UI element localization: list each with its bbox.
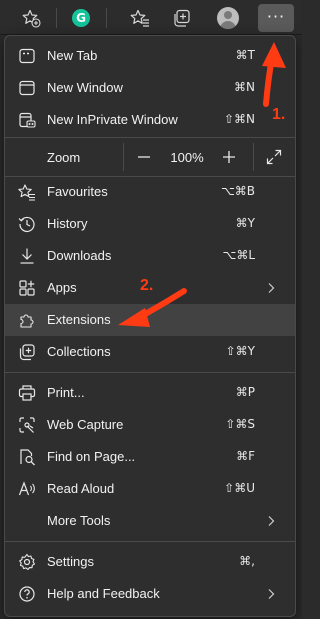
fullscreen-icon [266,149,282,165]
menu-item-label: Downloads [47,248,112,263]
menu-item-find-on-page[interactable]: Find on Page... ⌘F [5,441,295,473]
menu-item-label: New Tab [47,48,98,63]
keyboard-shortcut: ⇧⌘S [225,417,255,431]
settings-and-more-menu: New Tab ⌘T New Window ⌘N New InPrivate W… [4,35,296,617]
menu-item-label: Extensions [47,312,111,327]
zoom-control-row: Zoom 100% [5,138,295,176]
menu-item-label: Web Capture [47,417,124,432]
chevron-right-icon [268,516,275,526]
menu-item-help-and-feedback[interactable]: Help and Feedback [5,578,295,610]
menu-divider [5,372,295,373]
collections-icon[interactable] [167,4,197,32]
menu-item-favourites[interactable]: Favourites ⌥⌘B [5,176,295,208]
keyboard-shortcut: ⇧⌘U [224,481,255,495]
zoom-divider [253,143,254,171]
browser-toolbar: G ··· [0,0,302,35]
settings-icon [18,553,36,571]
toolbar-divider [106,8,107,28]
profile-button[interactable] [213,4,243,32]
keyboard-shortcut: ⌘F [236,449,255,463]
profile-avatar-icon [217,7,239,29]
menu-item-new-window[interactable]: New Window ⌘N [5,72,295,104]
more-options-button[interactable]: ··· [258,4,294,32]
menu-item-label: Find on Page... [47,449,136,464]
minus-icon [138,156,150,158]
browser-window: G ··· New Tab ⌘T New Window ⌘N New InPri… [0,0,302,619]
keyboard-shortcut: ⌥⌘B [220,184,255,198]
menu-item-web-capture[interactable]: Web Capture ⇧⌘S [5,409,295,441]
extensions-icon [18,311,36,329]
collections-icon [18,343,36,361]
downloads-icon [18,247,36,265]
keyboard-shortcut: ⌘P [235,385,255,399]
annotation-step-1-label: 1. [272,106,286,123]
keyboard-shortcut: ⌘, [239,554,255,568]
menu-item-more-tools[interactable]: More Tools [5,505,295,537]
grammarly-icon: G [72,9,90,27]
favorites-icon[interactable] [125,4,155,32]
menu-item-label: Read Aloud [47,481,115,496]
menu-item-new-inprivate-window[interactable]: New InPrivate Window ⇧⌘N [5,104,295,136]
menu-item-label: Collections [47,344,111,359]
menu-item-settings[interactable]: Settings ⌘, [5,546,295,578]
menu-item-collections[interactable]: Collections ⇧⌘Y [5,336,295,368]
menu-item-label: More Tools [47,513,111,528]
keyboard-shortcut: ⇧⌘N [223,112,255,126]
menu-item-print[interactable]: Print... ⌘P [5,377,295,409]
apps-icon [18,279,36,297]
menu-item-extensions[interactable]: Extensions [5,304,295,336]
chevron-right-icon [268,283,275,293]
zoom-in-button[interactable] [216,144,242,170]
star-add-icon[interactable] [16,4,46,32]
menu-item-label: Settings [47,554,94,569]
menu-item-label: Print... [47,385,85,400]
menu-divider [5,541,295,542]
chevron-right-icon [268,589,275,599]
zoom-divider [123,143,124,171]
print-icon [18,384,36,402]
fullscreen-button[interactable] [261,144,287,170]
menu-item-new-tab[interactable]: New Tab ⌘T [5,40,295,72]
zoom-level: 100% [170,150,204,165]
favourites-icon [18,183,36,201]
keyboard-shortcut: ⌘N [234,80,255,94]
new-window-icon [18,79,36,97]
keyboard-shortcut: ⌘Y [235,216,255,230]
more-options-icon: ··· [266,7,286,26]
web-capture-icon [18,416,36,434]
keyboard-shortcut: ⇧⌘Y [225,344,255,358]
keyboard-shortcut: ⌥⌘L [222,248,255,262]
annotation-step-2-label: 2. [140,277,154,294]
menu-item-label: History [47,216,88,231]
toolbar-divider [56,8,57,28]
inprivate-icon [18,111,36,129]
plus-icon [223,151,235,163]
menu-item-label: Favourites [47,184,108,199]
zoom-label: Zoom [47,150,81,165]
read-aloud-icon [18,480,36,498]
menu-item-label: Help and Feedback [47,586,160,601]
find-icon [18,448,36,466]
menu-item-history[interactable]: History ⌘Y [5,208,295,240]
grammarly-extension-button[interactable]: G [66,4,96,32]
menu-item-label: New Window [47,80,123,95]
help-icon [18,585,36,603]
menu-item-read-aloud[interactable]: Read Aloud ⇧⌘U [5,473,295,505]
menu-item-label: Apps [47,280,77,295]
menu-item-downloads[interactable]: Downloads ⌥⌘L [5,240,295,272]
menu-item-label: New InPrivate Window [47,112,178,127]
history-icon [18,215,36,233]
new-tab-icon [18,47,36,65]
zoom-out-button[interactable] [131,144,157,170]
keyboard-shortcut: ⌘T [235,48,255,62]
